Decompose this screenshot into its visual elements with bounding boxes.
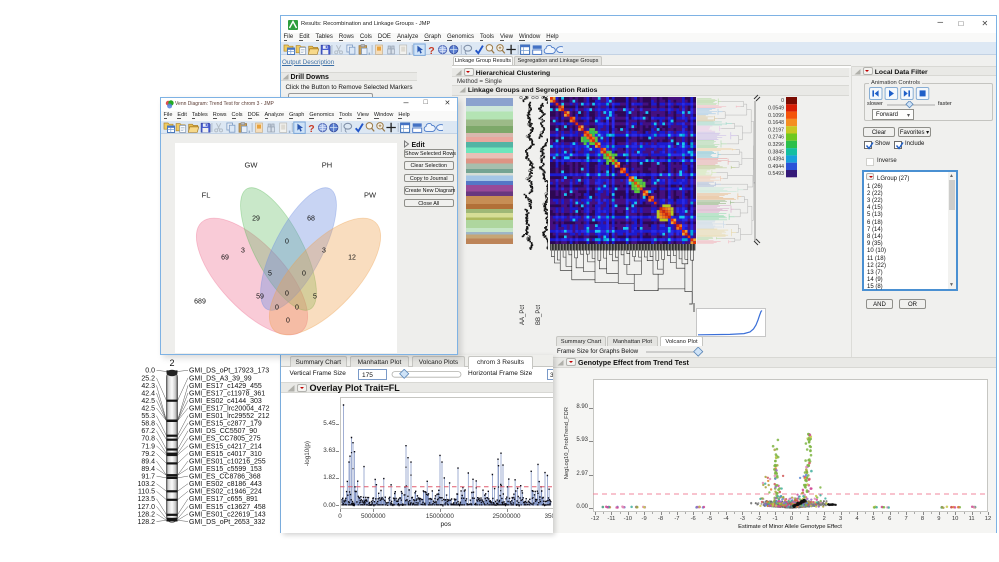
svg-text:0.3845: 0.3845 <box>768 149 784 155</box>
svg-text:GMI_ES02_c1946_224: GMI_ES02_c1946_224 <box>189 489 262 496</box>
svg-text:GMI_ES_CC7805_275: GMI_ES_CC7805_275 <box>189 436 261 443</box>
svg-text:0: 0 <box>285 239 289 246</box>
svg-text:42.5: 42.5 <box>141 398 155 405</box>
svg-text:5: 5 <box>313 294 317 301</box>
svg-text:GMI_ES15_c5599_153: GMI_ES15_c5599_153 <box>189 466 262 473</box>
svg-text:12: 12 <box>348 255 356 262</box>
svg-text:123.5: 123.5 <box>137 496 155 503</box>
svg-text:0: 0 <box>295 305 299 312</box>
svg-text:69: 69 <box>221 255 229 262</box>
svg-text:0.0549: 0.0549 <box>768 106 784 112</box>
svg-text:42.4: 42.4 <box>141 390 155 397</box>
svg-text:5: 5 <box>268 271 272 278</box>
svg-text:89.4: 89.4 <box>141 466 155 473</box>
svg-text:GMI_ES15_c2877_179: GMI_ES15_c2877_179 <box>189 421 262 428</box>
svg-text:GMI_ES02_c8186_443: GMI_ES02_c8186_443 <box>189 481 262 488</box>
svg-text:GW: GW <box>244 161 258 170</box>
svg-text:67.2: 67.2 <box>141 428 155 435</box>
svg-text:0.4394: 0.4394 <box>768 157 784 163</box>
svg-text:70.8: 70.8 <box>141 436 155 443</box>
svg-text:128.2: 128.2 <box>137 519 155 526</box>
svg-text:2: 2 <box>169 358 174 368</box>
svg-text:GMI_DS_oPt_17923_173: GMI_DS_oPt_17923_173 <box>189 368 269 375</box>
svg-text:GMI_ES17_c1429_455: GMI_ES17_c1429_455 <box>189 383 262 390</box>
svg-text:PH: PH <box>321 161 331 170</box>
svg-text:127.0: 127.0 <box>137 504 155 511</box>
svg-text:GMI_ES01_c22619_143: GMI_ES01_c22619_143 <box>189 511 266 518</box>
svg-text:GMI_ES17_c11978_361: GMI_ES17_c11978_361 <box>189 390 265 397</box>
svg-text:89.4: 89.4 <box>141 458 155 465</box>
svg-text:58.8: 58.8 <box>141 421 155 428</box>
svg-text:GMI_DS_A3_39_99: GMI_DS_A3_39_99 <box>189 375 252 382</box>
svg-text:42.3: 42.3 <box>141 383 155 390</box>
svg-text:59: 59 <box>256 294 264 301</box>
svg-text:GMI_ES01_lrc29552_212: GMI_ES01_lrc29552_212 <box>189 413 270 420</box>
svg-text:GMI_ES17_lrc20004_472: GMI_ES17_lrc20004_472 <box>189 406 270 413</box>
svg-text:103.2: 103.2 <box>137 481 155 488</box>
svg-text:GMI_ES17_c655_891: GMI_ES17_c655_891 <box>189 496 258 503</box>
svg-text:0: 0 <box>275 305 279 312</box>
svg-text:FL: FL <box>201 191 210 200</box>
svg-text:0.1099: 0.1099 <box>768 113 784 119</box>
svg-text:GMI_DS_oPt_2653_332: GMI_DS_oPt_2653_332 <box>189 519 265 526</box>
svg-text:GMI_ES_CC8786_368: GMI_ES_CC8786_368 <box>189 474 261 481</box>
svg-text:PW: PW <box>363 191 376 200</box>
svg-text:91.7: 91.7 <box>141 474 155 481</box>
svg-text:0: 0 <box>286 318 290 325</box>
svg-text:0.2746: 0.2746 <box>768 135 784 141</box>
svg-text:GMI_DS_CC5507_90: GMI_DS_CC5507_90 <box>189 428 257 435</box>
svg-text:GMI_ES01_c10216_255: GMI_ES01_c10216_255 <box>189 458 266 465</box>
svg-text:689: 689 <box>194 299 206 306</box>
svg-text:79.2: 79.2 <box>141 451 155 458</box>
svg-text:25.2: 25.2 <box>141 375 155 382</box>
svg-text:GMI_ES15_c13627_458: GMI_ES15_c13627_458 <box>189 504 266 511</box>
svg-text:68: 68 <box>307 216 315 223</box>
svg-text:0: 0 <box>781 98 784 104</box>
svg-text:42.5: 42.5 <box>141 406 155 413</box>
svg-text:55.3: 55.3 <box>141 413 155 420</box>
svg-text:0.2197: 0.2197 <box>768 127 784 133</box>
svg-text:29: 29 <box>252 216 260 223</box>
svg-text:0: 0 <box>285 291 289 298</box>
svg-text:128.2: 128.2 <box>137 511 155 518</box>
svg-text:0.4944: 0.4944 <box>768 164 784 170</box>
svg-text:GMI_ES15_c4017_310: GMI_ES15_c4017_310 <box>189 451 262 458</box>
svg-text:0.5493: 0.5493 <box>768 171 784 177</box>
svg-text:110.5: 110.5 <box>138 489 155 496</box>
svg-text:0.1648: 0.1648 <box>768 120 784 126</box>
svg-text:0.3296: 0.3296 <box>768 142 784 148</box>
svg-text:0.0: 0.0 <box>145 368 155 375</box>
svg-text:GMI_ES02_c4144_303: GMI_ES02_c4144_303 <box>189 398 262 405</box>
svg-text:3: 3 <box>322 248 326 255</box>
svg-text:71.9: 71.9 <box>141 443 155 450</box>
svg-text:GMI_ES15_c4217_214: GMI_ES15_c4217_214 <box>189 443 262 450</box>
svg-text:3: 3 <box>241 248 245 255</box>
svg-text:?: ? <box>428 44 434 55</box>
svg-text:0: 0 <box>302 271 306 278</box>
